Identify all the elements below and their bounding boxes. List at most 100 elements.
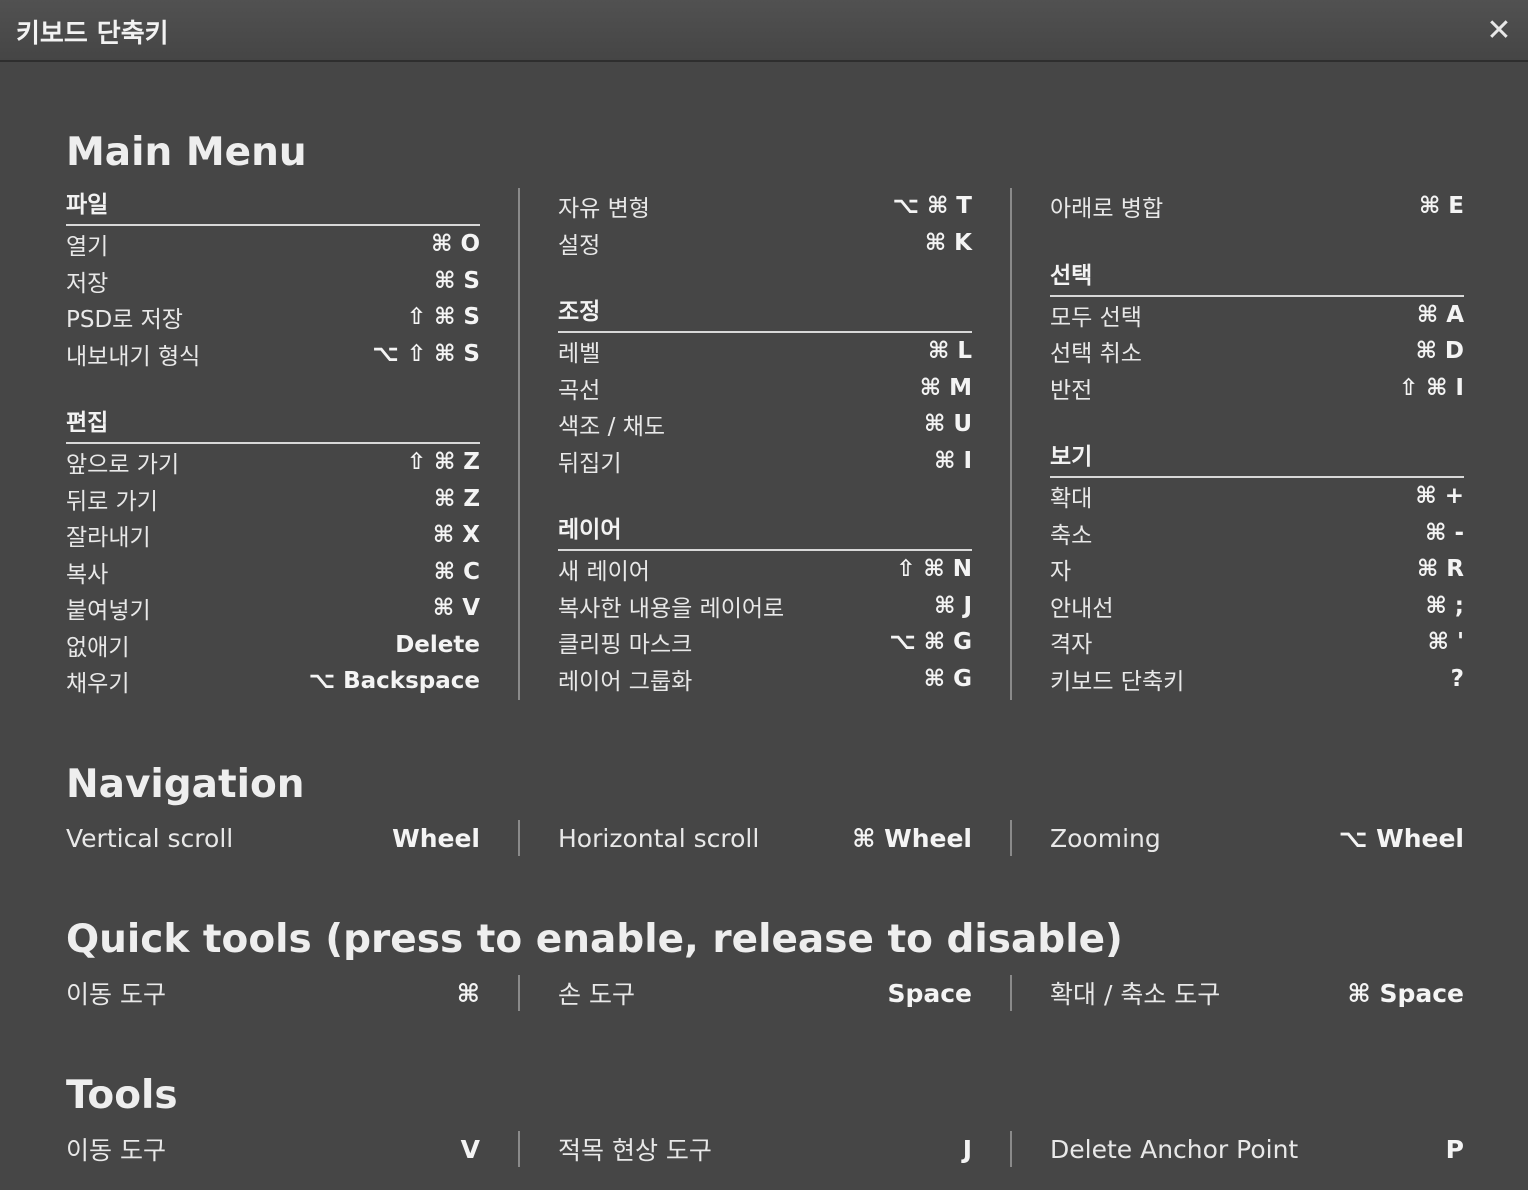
shortcut-label: 클리핑 마스크 bbox=[558, 632, 693, 659]
shortcut-key: ⇧ ⌘ Z bbox=[406, 449, 480, 476]
shortcut-key: J bbox=[962, 1134, 972, 1164]
shortcut-key: ⌘ I bbox=[934, 447, 972, 474]
shortcut-label: 레이어 그룹화 bbox=[558, 668, 693, 695]
shortcut-row: 키보드 단축키? bbox=[1050, 661, 1464, 698]
shortcut-row: 채우기 ⌥ Backspace bbox=[66, 663, 480, 700]
menu-group-heading: 편집 bbox=[66, 406, 480, 444]
tool-item: Delete Anchor Point P bbox=[1050, 1129, 1464, 1169]
shortcut-label: 격자 bbox=[1050, 632, 1093, 659]
shortcut-label: 채우기 bbox=[66, 671, 130, 698]
shortcut-row: 색조 / 채도 ⌘ U bbox=[558, 406, 972, 443]
shortcut-label: 곡선 bbox=[558, 377, 601, 404]
shortcut-label: 아래로 병합 bbox=[1050, 196, 1164, 223]
shortcut-label: 선택 취소 bbox=[1050, 341, 1142, 368]
shortcut-label: 레벨 bbox=[558, 341, 601, 368]
column-divider bbox=[1010, 820, 1012, 856]
shortcut-row: 설정 ⌘ K bbox=[558, 225, 972, 262]
shortcut-row: 레벨 ⌘ L bbox=[558, 333, 972, 370]
column-divider bbox=[1010, 1131, 1012, 1167]
shortcut-row: 열기 ⌘ O bbox=[66, 226, 480, 263]
shortcut-key: ⌥ ⌘ G bbox=[889, 629, 972, 656]
tool-item: 적목 현상 도구 J bbox=[558, 1129, 972, 1169]
shortcut-key: ⌘ Space bbox=[1347, 978, 1464, 1008]
shortcut-label: Vertical scroll bbox=[66, 823, 234, 853]
shortcut-row: 레이어 그룹화 ⌘ G bbox=[558, 661, 972, 698]
dialog-titlebar: 키보드 단축키 ✕ bbox=[0, 0, 1528, 62]
shortcut-key: Space bbox=[887, 978, 972, 1008]
shortcut-row: 반전 ⇧ ⌘ I bbox=[1050, 370, 1464, 407]
close-icon[interactable]: ✕ bbox=[1480, 12, 1518, 50]
main-menu-column: 아래로 병합 ⌘ E 선택 모두 선택 ⌘ A 선택 취소 ⌘ D 반전 ⇧ ⌘ I 보기 확대 ⌘ … bbox=[1050, 188, 1464, 697]
shortcut-row: 곡선 ⌘ M bbox=[558, 370, 972, 407]
shortcut-key: ⌘ A bbox=[1416, 301, 1464, 328]
section-title-navigation: Navigation bbox=[66, 762, 305, 807]
menu-group-heading: 보기 bbox=[1050, 440, 1464, 478]
shortcut-label: 설정 bbox=[558, 232, 601, 259]
shortcut-row: 없애기 Delete bbox=[66, 627, 480, 664]
shortcut-key: ⌘ J bbox=[934, 592, 972, 619]
main-menu-column: 파일 열기 ⌘ O 저장 ⌘ S PSD로 저장 ⇧ ⌘ S 내보내기 형식 ⌥ ⇧ ⌘ S 편집… bbox=[66, 188, 480, 700]
shortcut-label: 자유 변형 bbox=[558, 196, 650, 223]
shortcut-label: 앞으로 가기 bbox=[66, 452, 180, 479]
dialog-title: 키보드 단축키 bbox=[16, 19, 169, 49]
shortcut-label: 새 레이어 bbox=[558, 559, 650, 586]
shortcut-label: Delete Anchor Point bbox=[1050, 1134, 1299, 1164]
shortcut-key: ⌘ - bbox=[1425, 519, 1464, 546]
quick-tool-item: 이동 도구 ⌘ bbox=[66, 973, 480, 1013]
shortcut-row: 안내선 ⌘ ; bbox=[1050, 588, 1464, 625]
shortcut-label: 확대 bbox=[1050, 486, 1093, 513]
section-title-tools: Tools bbox=[66, 1073, 178, 1118]
shortcut-row: PSD로 저장 ⇧ ⌘ S bbox=[66, 299, 480, 336]
column-divider bbox=[518, 975, 520, 1011]
shortcut-key: ⌘ G bbox=[923, 665, 972, 692]
shortcut-key: ⌘ R bbox=[1416, 556, 1464, 583]
column-divider bbox=[1010, 975, 1012, 1011]
shortcut-row: 아래로 병합 ⌘ E bbox=[1050, 188, 1464, 225]
shortcut-label: 안내선 bbox=[1050, 595, 1114, 622]
shortcut-label: Zooming bbox=[1050, 823, 1161, 853]
shortcuts-content: Main Menu 파일 열기 ⌘ O 저장 ⌘ S PSD로 저장 ⇧ ⌘ S 내보내기 형… bbox=[0, 62, 1528, 1190]
shortcut-label: 자 bbox=[1050, 559, 1072, 586]
quick-tool-item: 확대 / 축소 도구 ⌘ Space bbox=[1050, 973, 1464, 1013]
shortcut-key: ⌘ Z bbox=[433, 485, 480, 512]
shortcut-row: 확대 ⌘ + bbox=[1050, 478, 1464, 515]
shortcut-row: 복사 ⌘ C bbox=[66, 554, 480, 591]
shortcut-key: ⌥ ⇧ ⌘ S bbox=[372, 340, 480, 367]
shortcut-label: 키보드 단축키 bbox=[1050, 668, 1185, 695]
shortcut-key: ⌘ + bbox=[1415, 483, 1464, 510]
shortcut-label: 이동 도구 bbox=[66, 1136, 166, 1165]
shortcut-row: 축소 ⌘ - bbox=[1050, 515, 1464, 552]
menu-group-heading: 레이어 bbox=[558, 513, 972, 551]
shortcut-row: 앞으로 가기 ⇧ ⌘ Z bbox=[66, 444, 480, 481]
shortcut-key: ⌘ Wheel bbox=[852, 823, 972, 853]
shortcut-label: 뒤로 가기 bbox=[66, 488, 158, 515]
column-divider bbox=[518, 188, 520, 700]
shortcut-key: ⌘ L bbox=[927, 338, 972, 365]
shortcut-label: 뒤집기 bbox=[558, 450, 622, 477]
section-title-quick-tools: Quick tools (press to enable, release to… bbox=[66, 917, 1123, 962]
shortcut-label: 적목 현상 도구 bbox=[558, 1136, 712, 1165]
shortcut-row: 내보내기 형식 ⌥ ⇧ ⌘ S bbox=[66, 336, 480, 373]
shortcut-key: Delete bbox=[395, 631, 480, 658]
shortcut-label: 축소 bbox=[1050, 522, 1093, 549]
column-divider bbox=[1010, 188, 1012, 700]
shortcut-key: ⌘ ' bbox=[1427, 629, 1464, 656]
shortcut-row: 복사한 내용을 레이어로 ⌘ J bbox=[558, 588, 972, 625]
shortcut-key: ⌘ M bbox=[919, 374, 972, 401]
shortcut-label: 손 도구 bbox=[558, 980, 635, 1009]
shortcut-label: 복사한 내용을 레이어로 bbox=[558, 595, 785, 622]
shortcut-label: 열기 bbox=[66, 234, 109, 261]
main-menu-column: 자유 변형 ⌥ ⌘ T 설정 ⌘ K 조정 레벨 ⌘ L 곡선 ⌘ M 색조 / 채도 ⌘ U 뒤집기… bbox=[558, 188, 972, 697]
shortcut-label: 내보내기 형식 bbox=[66, 343, 201, 370]
shortcut-key: ⌘ X bbox=[432, 522, 480, 549]
tool-item: 이동 도구 V bbox=[66, 1129, 480, 1169]
shortcut-key: ⌘ V bbox=[432, 595, 480, 622]
menu-group-heading: 조정 bbox=[558, 295, 972, 333]
shortcut-key: ⌘ U bbox=[923, 411, 972, 438]
quick-tool-item: 손 도구 Space bbox=[558, 973, 972, 1013]
shortcut-row: 클리핑 마스크 ⌥ ⌘ G bbox=[558, 624, 972, 661]
shortcut-key: ⌘ K bbox=[924, 229, 972, 256]
